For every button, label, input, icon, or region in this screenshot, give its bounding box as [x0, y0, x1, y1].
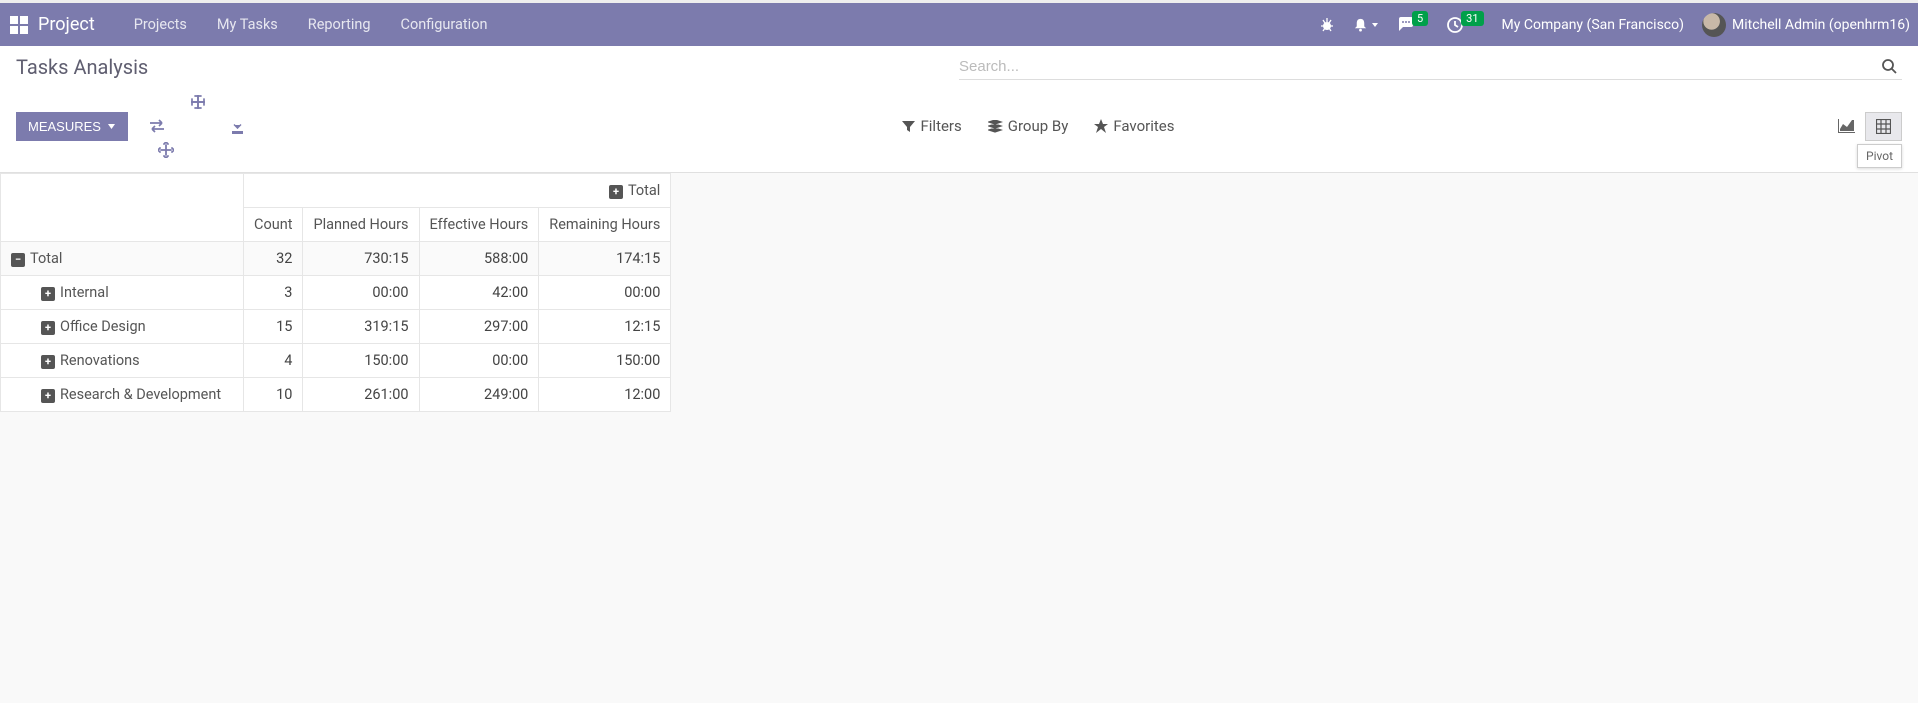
measures-label: MEASURES — [28, 119, 101, 134]
control-panel: Tasks Analysis MEASURES — [0, 46, 1918, 173]
cell: 10 — [244, 378, 303, 412]
expand-icon[interactable]: + — [41, 355, 55, 369]
bell-icon[interactable] — [1353, 17, 1379, 32]
cell: 730:15 — [303, 242, 419, 276]
avatar — [1702, 13, 1726, 37]
pivot-view-button[interactable] — [1865, 112, 1902, 141]
row-header[interactable]: +Internal — [1, 276, 244, 310]
pivot-corner — [1, 174, 244, 242]
measure-effective[interactable]: Effective Hours — [419, 208, 539, 242]
main-navbar: Project Projects My Tasks Reporting Conf… — [0, 0, 1918, 46]
measure-planned[interactable]: Planned Hours — [303, 208, 419, 242]
cell: 12:15 — [539, 310, 671, 344]
groupby-label: Group By — [1008, 117, 1069, 135]
search-container — [959, 54, 1902, 80]
apps-icon[interactable] — [8, 14, 30, 36]
flip-axis-icon[interactable] — [144, 115, 170, 137]
download-icon[interactable] — [226, 115, 249, 138]
search-input[interactable] — [959, 58, 1877, 75]
expand-all-icon[interactable] — [186, 90, 210, 162]
company-selector[interactable]: My Company (San Francisco) — [1502, 17, 1684, 33]
chat-icon[interactable]: 5 — [1397, 17, 1428, 33]
cell: 00:00 — [303, 276, 419, 310]
expand-icon[interactable]: + — [609, 185, 623, 199]
cell: 174:15 — [539, 242, 671, 276]
expand-icon[interactable]: + — [41, 321, 55, 335]
search-icon[interactable] — [1877, 58, 1902, 75]
table-row: +Research & Development 10 261:00 249:00… — [1, 378, 671, 412]
measure-count[interactable]: Count — [244, 208, 303, 242]
cell: 3 — [244, 276, 303, 310]
user-menu[interactable]: Mitchell Admin (openhrm16) — [1702, 13, 1910, 37]
cell: 12:00 — [539, 378, 671, 412]
measures-button[interactable]: MEASURES — [16, 112, 128, 141]
nav-configuration[interactable]: Configuration — [386, 16, 503, 33]
measure-remaining[interactable]: Remaining Hours — [539, 208, 671, 242]
cell: 32 — [244, 242, 303, 276]
table-row: +Renovations 4 150:00 00:00 150:00 — [1, 344, 671, 378]
favorites-button[interactable]: Favorites — [1094, 117, 1174, 135]
row-total-header[interactable]: −Total — [1, 242, 244, 276]
cell: 588:00 — [419, 242, 539, 276]
cell: 319:15 — [303, 310, 419, 344]
chat-badge: 5 — [1412, 11, 1428, 26]
favorites-label: Favorites — [1113, 117, 1174, 135]
clock-badge: 31 — [1461, 11, 1483, 26]
filters-label: Filters — [920, 117, 961, 135]
pivot-table: +Total Count Planned Hours Effective Hou… — [0, 173, 671, 412]
row-header[interactable]: +Office Design — [1, 310, 244, 344]
page-title: Tasks Analysis — [16, 55, 959, 79]
app-name[interactable]: Project — [38, 14, 95, 35]
collapse-icon[interactable]: − — [11, 253, 25, 267]
nav-reporting[interactable]: Reporting — [293, 16, 386, 33]
row-header[interactable]: +Renovations — [1, 344, 244, 378]
bug-icon[interactable] — [1319, 17, 1335, 33]
tooltip: Pivot — [1857, 144, 1902, 168]
cell: 297:00 — [419, 310, 539, 344]
table-row: +Internal 3 00:00 42:00 00:00 — [1, 276, 671, 310]
nav-my-tasks[interactable]: My Tasks — [202, 16, 293, 33]
expand-icon[interactable]: + — [41, 389, 55, 403]
cell: 00:00 — [419, 344, 539, 378]
table-row: +Office Design 15 319:15 297:00 12:15 — [1, 310, 671, 344]
col-total-header[interactable]: +Total — [244, 174, 671, 208]
filters-button[interactable]: Filters — [902, 117, 961, 135]
cell: 249:00 — [419, 378, 539, 412]
groupby-button[interactable]: Group By — [988, 117, 1069, 135]
total-row: −Total 32 730:15 588:00 174:15 — [1, 242, 671, 276]
cell: 4 — [244, 344, 303, 378]
user-name: Mitchell Admin (openhrm16) — [1732, 17, 1910, 33]
cell: 00:00 — [539, 276, 671, 310]
cell: 42:00 — [419, 276, 539, 310]
row-header[interactable]: +Research & Development — [1, 378, 244, 412]
cell: 15 — [244, 310, 303, 344]
chart-view-button[interactable] — [1828, 113, 1865, 139]
clock-icon[interactable]: 31 — [1446, 16, 1483, 34]
cell: 150:00 — [303, 344, 419, 378]
cell: 150:00 — [539, 344, 671, 378]
expand-icon[interactable]: + — [41, 287, 55, 301]
nav-projects[interactable]: Projects — [119, 16, 202, 33]
cell: 261:00 — [303, 378, 419, 412]
